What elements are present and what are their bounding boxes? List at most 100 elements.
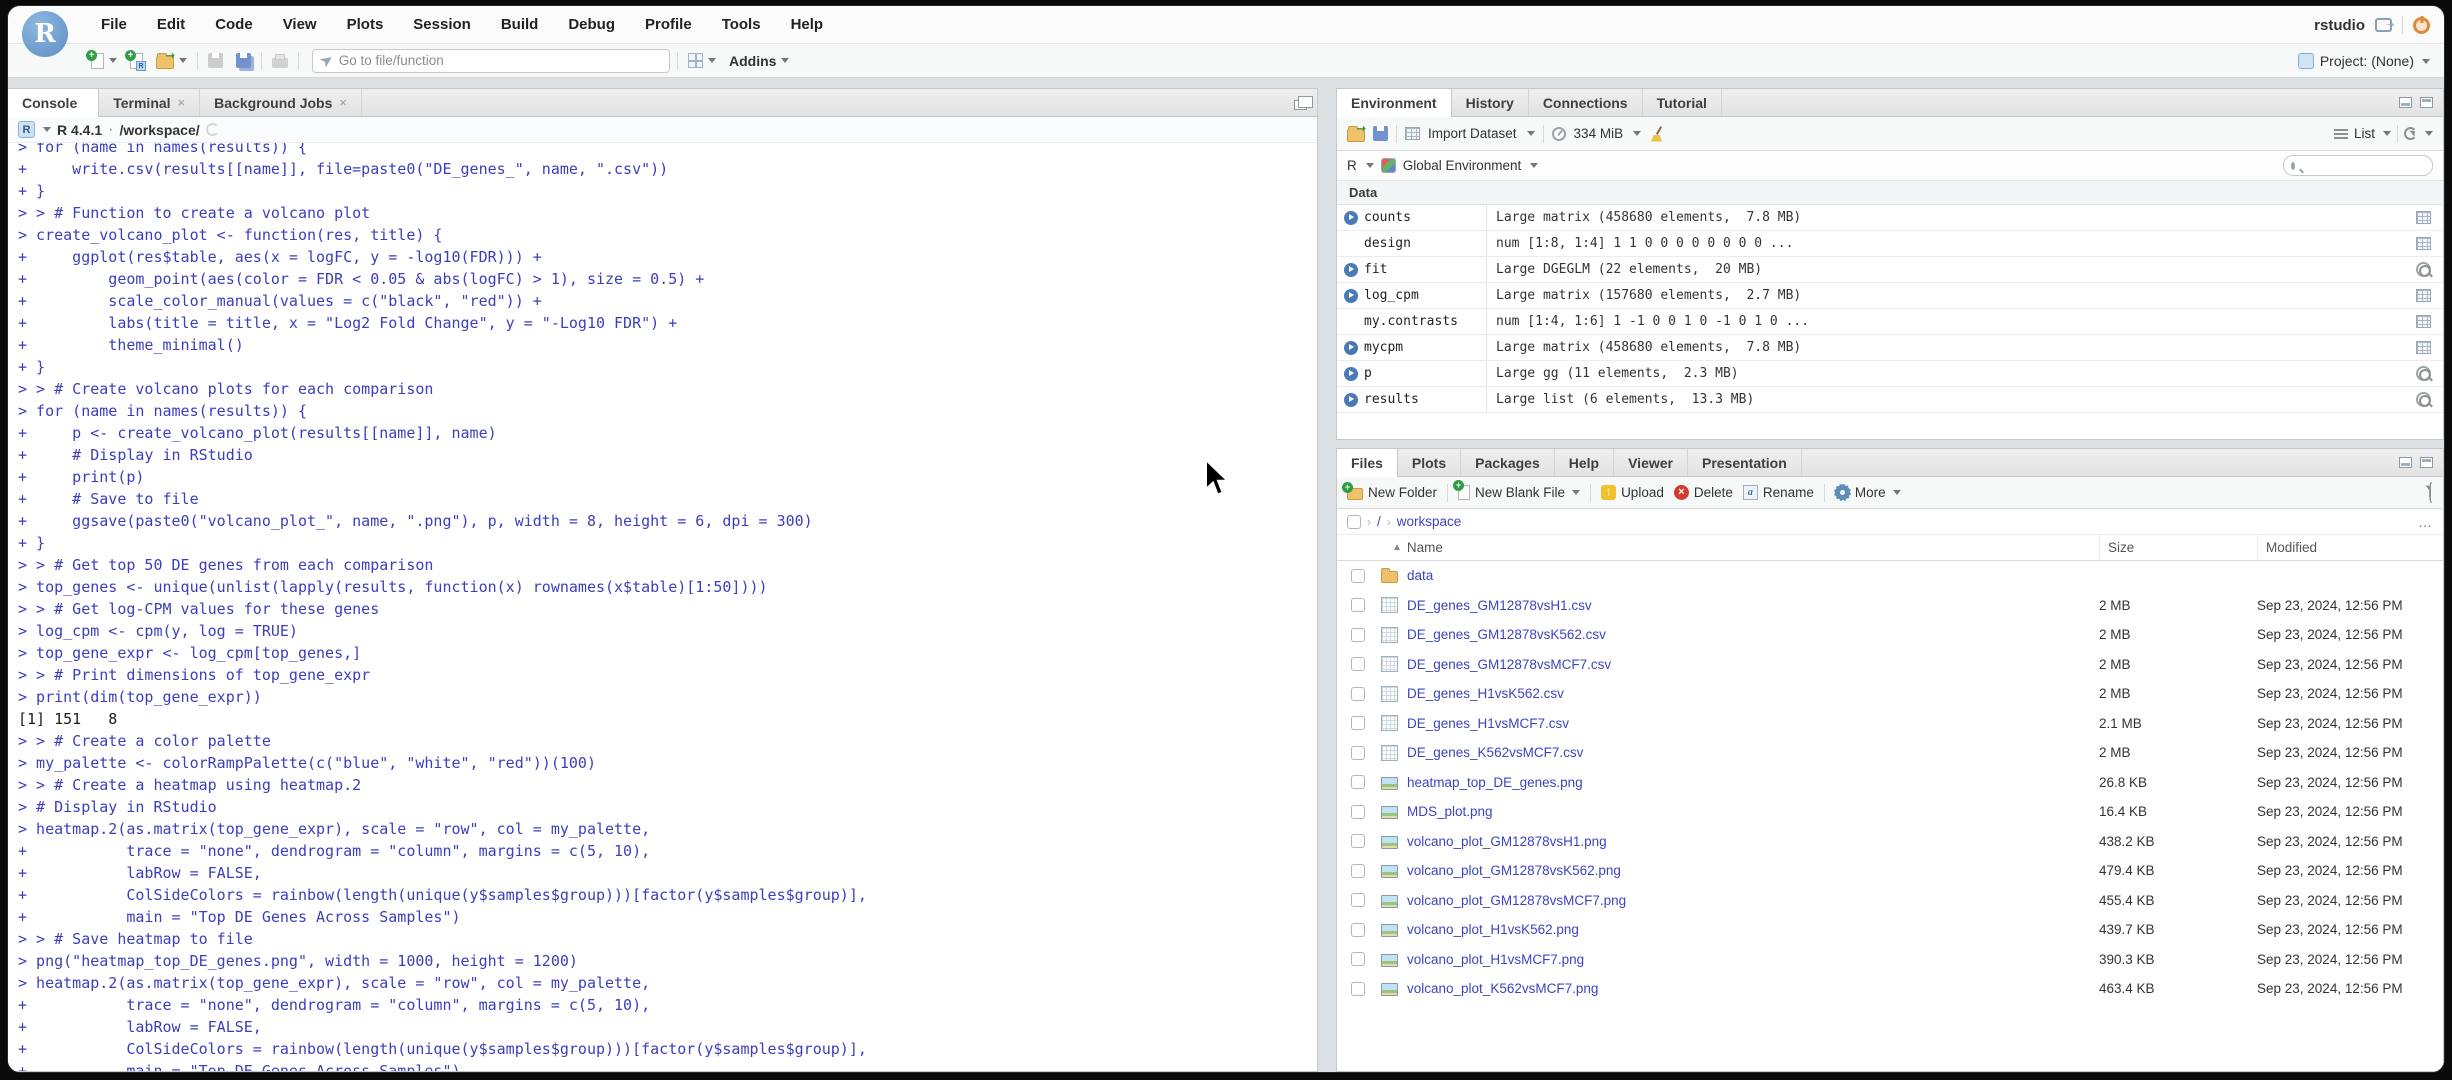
file-name-link[interactable]: volcano_plot_K562vsMCF7.png bbox=[1398, 981, 2099, 996]
save-workspace-icon[interactable] bbox=[1373, 126, 1388, 141]
rename-button[interactable]: a Rename bbox=[1742, 485, 1814, 500]
goto-file-function-input[interactable] bbox=[338, 53, 661, 68]
files-tab[interactable]: Help bbox=[1555, 449, 1615, 476]
file-name-link[interactable]: volcano_plot_GM12878vsH1.png bbox=[1398, 834, 2099, 849]
new-blank-file-button[interactable]: New Blank File bbox=[1453, 480, 1581, 500]
file-row[interactable]: DE_genes_GM12878vsK562.csv 2 MB Sep 23, … bbox=[1337, 620, 2443, 650]
save-all-button[interactable] bbox=[233, 51, 254, 70]
file-checkbox[interactable] bbox=[1351, 981, 1365, 996]
file-checkbox[interactable] bbox=[1351, 598, 1365, 613]
file-checkbox[interactable] bbox=[1351, 775, 1365, 790]
console-output[interactable]: > for (name in names(results)) {+ write.… bbox=[8, 143, 1317, 1071]
environment-search-input[interactable] bbox=[2300, 158, 2444, 173]
environment-row[interactable]: mycpm Large matrix (458680 elements, 7.8… bbox=[1337, 335, 2443, 361]
column-modified[interactable]: Modified bbox=[2257, 535, 2443, 560]
refresh-icon[interactable] bbox=[2404, 127, 2417, 140]
environment-row[interactable]: fit Large DGEGLM (22 elements, 20 MB) bbox=[1337, 257, 2443, 283]
delete-button[interactable]: × Delete bbox=[1673, 485, 1733, 500]
expand-arrow-icon[interactable] bbox=[1344, 210, 1358, 225]
minimize-pane-icon[interactable] bbox=[2399, 97, 2412, 108]
file-name-link[interactable]: volcano_plot_H1vsK562.png bbox=[1398, 922, 2099, 937]
file-name-link[interactable]: volcano_plot_H1vsMCF7.png bbox=[1398, 952, 2099, 967]
file-row[interactable]: DE_genes_H1vsMCF7.csv 2.1 MB Sep 23, 202… bbox=[1337, 709, 2443, 739]
menu-item[interactable]: Plots bbox=[332, 6, 399, 43]
environment-row[interactable]: p Large gg (11 elements, 2.3 MB) bbox=[1337, 361, 2443, 387]
new-project-button[interactable]: + R bbox=[125, 49, 146, 71]
column-name[interactable]: ▲ Name bbox=[1337, 540, 2099, 555]
engine-selector[interactable]: R bbox=[1347, 158, 1357, 173]
close-icon[interactable]: × bbox=[178, 95, 186, 110]
clear-objects-icon[interactable] bbox=[1649, 126, 1664, 142]
file-row[interactable]: MDS_plot.png 16.4 KB Sep 23, 2024, 12:56… bbox=[1337, 797, 2443, 827]
object-action-icon[interactable] bbox=[2416, 341, 2431, 354]
upload-button[interactable]: ↑ Upload bbox=[1601, 485, 1664, 500]
file-checkbox[interactable] bbox=[1351, 922, 1365, 937]
file-row[interactable]: heatmap_top_DE_genes.png 26.8 KB Sep 23,… bbox=[1337, 768, 2443, 798]
expand-arrow-icon[interactable] bbox=[1344, 366, 1358, 381]
console-tab[interactable]: Console bbox=[8, 89, 100, 117]
list-view-button[interactable]: List bbox=[2354, 126, 2375, 141]
file-checkbox[interactable] bbox=[1351, 804, 1365, 819]
file-checkbox[interactable] bbox=[1351, 952, 1365, 967]
maximize-pane-icon[interactable] bbox=[2420, 457, 2433, 468]
menu-item[interactable]: Edit bbox=[142, 6, 200, 43]
expand-arrow-icon[interactable] bbox=[1344, 392, 1358, 407]
environment-row[interactable]: design num [1:8, 1:4] 1 1 0 0 0 0 0 0 0 … bbox=[1337, 231, 2443, 257]
environment-tab[interactable]: Connections bbox=[1529, 89, 1643, 116]
open-file-button[interactable] bbox=[153, 49, 190, 71]
file-name-link[interactable]: data bbox=[1398, 568, 2099, 583]
file-name-link[interactable]: DE_genes_H1vsK562.csv bbox=[1398, 686, 2099, 701]
breadcrumb-root[interactable]: / bbox=[1377, 514, 1381, 529]
environment-row[interactable]: counts Large matrix (458680 elements, 7.… bbox=[1337, 205, 2443, 231]
file-row[interactable]: volcano_plot_H1vsMCF7.png 390.3 KB Sep 2… bbox=[1337, 945, 2443, 975]
file-name-link[interactable]: volcano_plot_GM12878vsK562.png bbox=[1398, 863, 2099, 878]
file-row[interactable]: data bbox=[1337, 561, 2443, 591]
files-tab[interactable]: Presentation bbox=[1688, 449, 1802, 476]
menu-item[interactable]: Tools bbox=[707, 6, 776, 43]
refresh-icon[interactable] bbox=[2429, 481, 2433, 503]
close-icon[interactable]: × bbox=[339, 95, 347, 110]
object-action-icon[interactable] bbox=[2416, 262, 2431, 277]
file-checkbox[interactable] bbox=[1351, 834, 1365, 849]
file-name-link[interactable]: DE_genes_GM12878vsH1.csv bbox=[1398, 598, 2099, 613]
file-checkbox[interactable] bbox=[1351, 716, 1365, 731]
file-row[interactable]: DE_genes_GM12878vsMCF7.csv 2 MB Sep 23, … bbox=[1337, 650, 2443, 680]
popout-icon[interactable] bbox=[1294, 95, 1313, 110]
menu-item[interactable]: File bbox=[86, 6, 142, 43]
file-checkbox[interactable] bbox=[1351, 627, 1365, 642]
files-tab[interactable]: Packages bbox=[1461, 449, 1555, 476]
minimize-pane-icon[interactable] bbox=[2399, 457, 2412, 468]
files-tab[interactable]: Files bbox=[1337, 449, 1398, 477]
console-tab[interactable]: Terminal × bbox=[99, 89, 201, 116]
file-row[interactable]: volcano_plot_GM12878vsK562.png 479.4 KB … bbox=[1337, 856, 2443, 886]
object-action-icon[interactable] bbox=[2416, 289, 2431, 302]
quit-session-icon[interactable] bbox=[2413, 16, 2430, 34]
sign-out-icon[interactable] bbox=[2375, 15, 2397, 32]
menu-item[interactable]: Help bbox=[776, 6, 839, 43]
file-name-link[interactable]: DE_genes_K562vsMCF7.csv bbox=[1398, 745, 2099, 760]
file-checkbox[interactable] bbox=[1351, 686, 1365, 701]
console-tab[interactable]: Background Jobs × bbox=[200, 89, 362, 116]
menu-item[interactable]: Debug bbox=[553, 6, 630, 43]
menu-item[interactable]: Profile bbox=[630, 6, 707, 43]
file-name-link[interactable]: DE_genes_H1vsMCF7.csv bbox=[1398, 716, 2099, 731]
object-action-icon[interactable] bbox=[2416, 315, 2431, 328]
breadcrumb-directory[interactable]: workspace bbox=[1397, 514, 1462, 529]
file-row[interactable]: volcano_plot_GM12878vsH1.png 438.2 KB Se… bbox=[1337, 827, 2443, 857]
file-row[interactable]: DE_genes_K562vsMCF7.csv 2 MB Sep 23, 202… bbox=[1337, 738, 2443, 768]
file-row[interactable]: DE_genes_GM12878vsH1.csv 2 MB Sep 23, 20… bbox=[1337, 591, 2443, 621]
environment-tab[interactable]: Tutorial bbox=[1643, 89, 1722, 116]
memory-usage-button[interactable]: 334 MiB bbox=[1574, 126, 1624, 141]
load-workspace-icon[interactable] bbox=[1347, 122, 1366, 142]
expand-arrow-icon[interactable] bbox=[1344, 288, 1358, 303]
column-size[interactable]: Size bbox=[2099, 535, 2257, 560]
breadcrumb-more-button[interactable]: … bbox=[2418, 514, 2433, 530]
select-all-checkbox[interactable] bbox=[1347, 514, 1361, 529]
expand-arrow-icon[interactable] bbox=[1344, 340, 1358, 355]
file-checkbox[interactable] bbox=[1351, 893, 1365, 908]
object-action-icon[interactable] bbox=[2416, 366, 2431, 381]
file-checkbox[interactable] bbox=[1351, 568, 1365, 583]
file-checkbox[interactable] bbox=[1351, 657, 1365, 672]
more-button[interactable]: More bbox=[1833, 484, 1901, 501]
project-selector[interactable]: Project: (None) bbox=[2320, 53, 2414, 69]
